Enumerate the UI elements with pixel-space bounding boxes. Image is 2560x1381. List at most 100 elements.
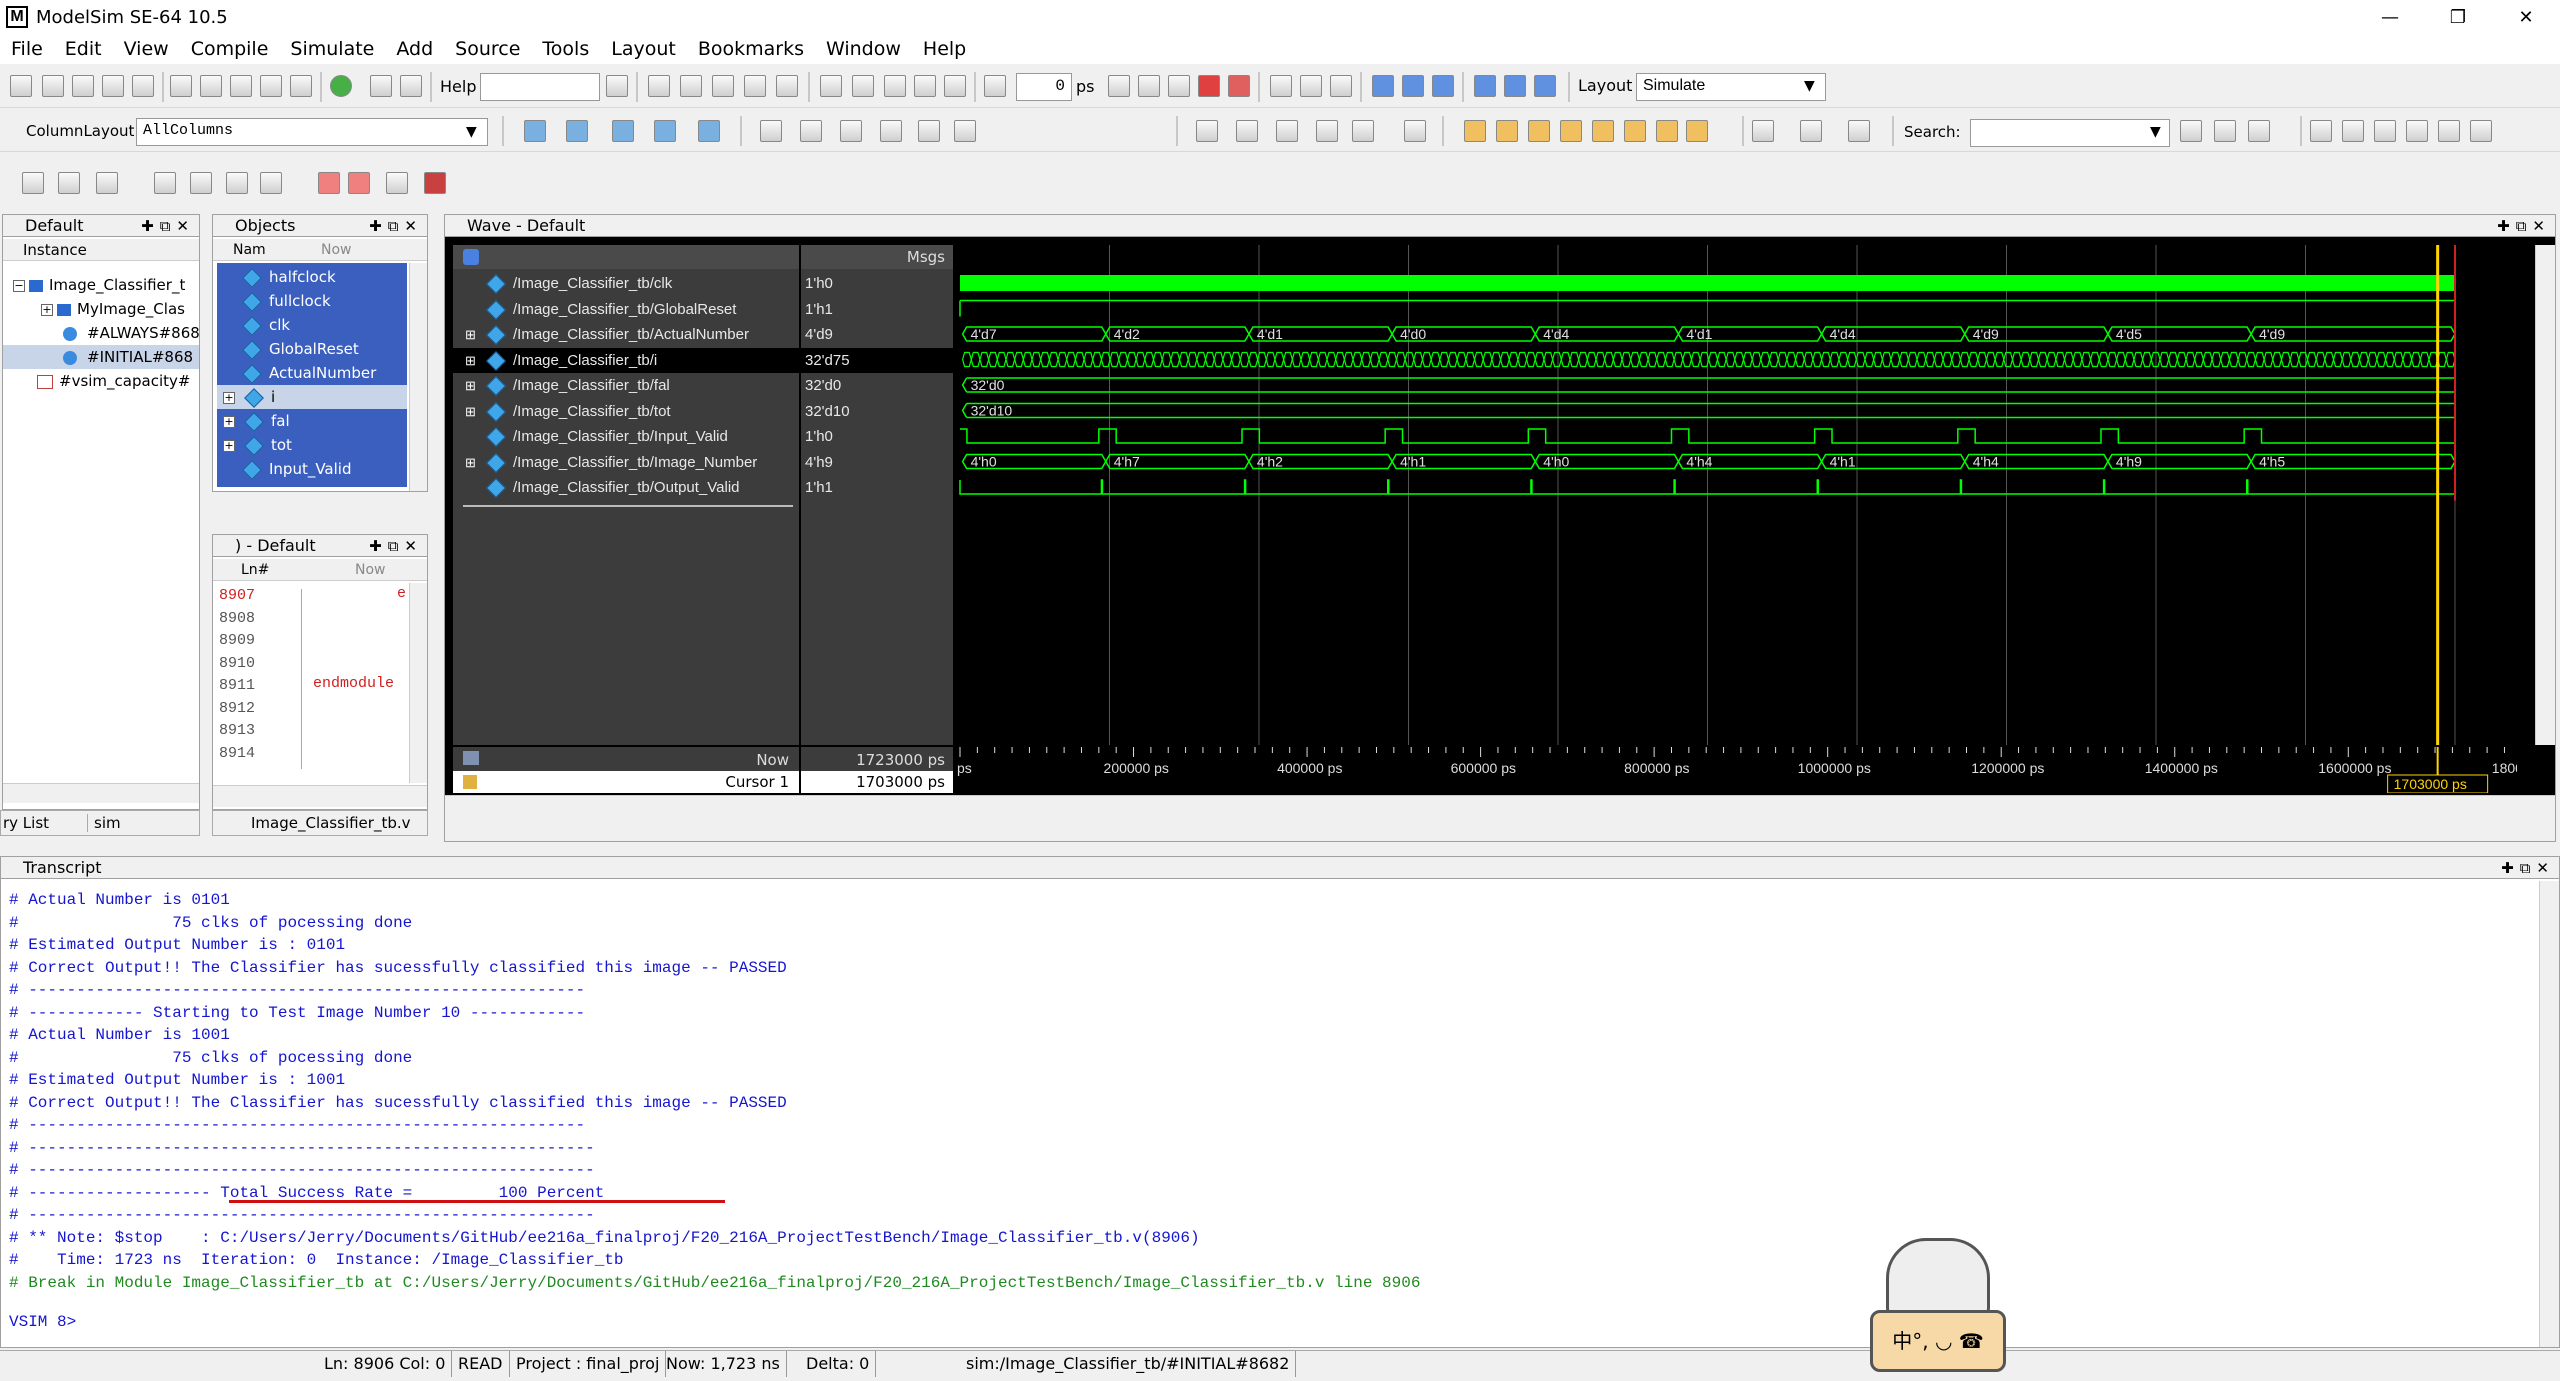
panel-buttons[interactable]: ✚⧉✕	[369, 215, 423, 237]
cut-icon[interactable]	[170, 75, 192, 97]
menu-window[interactable]: Window	[815, 38, 912, 60]
source-col-ln[interactable]: Ln#	[241, 559, 269, 581]
chevron-down-icon[interactable]: ▼	[2150, 124, 2161, 140]
continue-icon[interactable]	[1138, 75, 1160, 97]
run-icon[interactable]	[1108, 75, 1130, 97]
transition-next-icon[interactable]	[1624, 120, 1646, 142]
ime-badge[interactable]: 中°, ◡ ☎	[1870, 1238, 2006, 1376]
forward-arrow-icon[interactable]	[944, 75, 966, 97]
layout-select[interactable]: Simulate	[1636, 73, 1826, 101]
run-time-input[interactable]: 0	[1016, 73, 1072, 101]
wave-signal-name[interactable]: ⊞ /Image_Classifier_tb/fal	[453, 373, 799, 398]
wave-signal-name[interactable]: ⊞ /Image_Classifier_tb/Image_Number	[453, 450, 799, 475]
wave-signal-name[interactable]: /Image_Classifier_tb/Output_Valid	[453, 475, 799, 500]
expand-icon[interactable]: ⊞	[465, 373, 479, 398]
filter-icon[interactable]	[954, 120, 976, 142]
help-search-icon[interactable]	[606, 75, 628, 97]
print-icon[interactable]	[132, 75, 154, 97]
menu-simulate[interactable]: Simulate	[279, 38, 385, 60]
search-prev-icon[interactable]	[2214, 120, 2236, 142]
wave-horizontal-scrollbar[interactable]	[445, 795, 2555, 841]
menu-layout[interactable]: Layout	[600, 38, 687, 60]
wave-vertical-scrollbar[interactable]	[2535, 245, 2555, 745]
instance-column-header[interactable]: Instance	[3, 239, 199, 261]
transcript-body[interactable]: # Actual Number is 0101 # 75 clks of poce…	[9, 889, 2529, 1294]
transcript-scrollbar[interactable]	[2539, 881, 2559, 1347]
time-axis[interactable]: ps 200000 ps 400000 ps 600000 ps 800000 ps 10…	[955, 747, 2517, 793]
zoom-range-icon[interactable]	[2438, 120, 2460, 142]
run-all-icon[interactable]	[1168, 75, 1190, 97]
menu-tools[interactable]: Tools	[531, 38, 600, 60]
wave-refresh-icon[interactable]	[698, 120, 720, 142]
step-over-icon[interactable]	[1402, 75, 1424, 97]
paste-icon[interactable]	[230, 75, 252, 97]
step-out-icon[interactable]	[1432, 75, 1454, 97]
panel-buttons[interactable]: ✚⧉✕	[369, 535, 423, 557]
source-col-now[interactable]: Now	[355, 559, 386, 581]
tree-row-image-classifier[interactable]: − Image_Classifier_t	[13, 273, 185, 297]
waveform-canvas[interactable]: 4'd7 4'd2 4'd1 4'd0 4'd4 4'd1 4'd4 4'd9 4'd5 4'd9…	[955, 245, 2517, 745]
select-pointer-icon[interactable]	[1196, 120, 1218, 142]
wave-signal-name[interactable]: /Image_Classifier_tb/Input_Valid	[453, 424, 799, 449]
breakpoint-list-icon[interactable]	[386, 172, 408, 194]
transition-prev-icon[interactable]	[1592, 120, 1614, 142]
back-arrow-icon[interactable]	[914, 75, 936, 97]
search-next-icon[interactable]	[2180, 120, 2202, 142]
open-folder-icon[interactable]	[42, 75, 64, 97]
panel-buttons[interactable]: ✚⧉✕	[141, 215, 195, 237]
vertical-scrollbar[interactable]	[409, 583, 427, 783]
sig-o-icon[interactable]	[800, 120, 822, 142]
menu-bookmarks[interactable]: Bookmarks	[687, 38, 815, 60]
reverse-step-icon[interactable]	[1534, 75, 1556, 97]
up-arrow-icon[interactable]	[884, 75, 906, 97]
tree-row-vsim-capacity[interactable]: #vsim_capacity#	[37, 369, 190, 393]
zoom-last-icon[interactable]	[2470, 120, 2492, 142]
vertical-scrollbar[interactable]	[409, 263, 427, 491]
transition-last-icon[interactable]	[1656, 120, 1678, 142]
wave-group-icon[interactable]	[566, 120, 588, 142]
menu-add[interactable]: Add	[385, 38, 444, 60]
tab-library[interactable]: ry List	[3, 814, 49, 832]
compile-all-icon[interactable]	[680, 75, 702, 97]
break-icon[interactable]	[744, 75, 766, 97]
reverse-continue-icon[interactable]	[1504, 75, 1526, 97]
object-tot[interactable]: + tot	[223, 433, 292, 457]
step-into-icon[interactable]	[1372, 75, 1394, 97]
redo-icon[interactable]	[290, 75, 312, 97]
zoom-cursor-icon[interactable]	[2406, 120, 2428, 142]
menu-source[interactable]: Source	[444, 38, 531, 60]
performance-icon[interactable]	[1270, 75, 1292, 97]
stop-icon[interactable]	[1228, 75, 1250, 97]
layout-2-icon[interactable]	[58, 172, 80, 194]
wave-signal-name[interactable]: /Image_Classifier_tb/GlobalReset	[453, 297, 799, 322]
remove-breakpoint-icon[interactable]	[348, 172, 370, 194]
dataflow-icon[interactable]	[852, 75, 874, 97]
wave-add-icon[interactable]	[524, 120, 546, 142]
project-icon[interactable]	[820, 75, 842, 97]
tree-row-initial[interactable]: #INITIAL#868	[3, 345, 199, 369]
column-layout-select[interactable]: AllColumns	[136, 118, 488, 146]
menu-view[interactable]: View	[113, 38, 180, 60]
clear-breakpoints-icon[interactable]	[318, 172, 340, 194]
collapse-all-icon[interactable]	[1800, 120, 1822, 142]
layout-3-icon[interactable]	[96, 172, 118, 194]
run-time-unit[interactable]: ps	[1076, 77, 1095, 96]
wave-signal-name[interactable]: ⊞ /Image_Classifier_tb/tot	[453, 399, 799, 424]
maximize-button[interactable]: ❐	[2424, 0, 2492, 34]
breakpoint-toggle-icon[interactable]	[424, 172, 446, 194]
object-clk[interactable]: clk	[242, 313, 290, 337]
new-file-icon[interactable]	[10, 75, 32, 97]
tab-sim[interactable]: sim	[87, 814, 121, 832]
wave-signal-name[interactable]: ⊞ /Image_Classifier_tb/i	[453, 347, 799, 373]
menu-file[interactable]: File	[0, 38, 54, 60]
wave-bookmark-icon[interactable]	[654, 120, 676, 142]
horizontal-scrollbar[interactable]	[213, 785, 427, 807]
rising-edge-icon[interactable]	[1560, 120, 1582, 142]
simulate-icon[interactable]	[712, 75, 734, 97]
undo-icon[interactable]	[260, 75, 282, 97]
sig-io-icon[interactable]	[840, 120, 862, 142]
layout-5-icon[interactable]	[190, 172, 212, 194]
layout-6-icon[interactable]	[226, 172, 248, 194]
wave-signal-name[interactable]: ⊞ /Image_Classifier_tb/ActualNumber	[453, 322, 799, 347]
insert-cursor-icon[interactable]	[1404, 120, 1426, 142]
